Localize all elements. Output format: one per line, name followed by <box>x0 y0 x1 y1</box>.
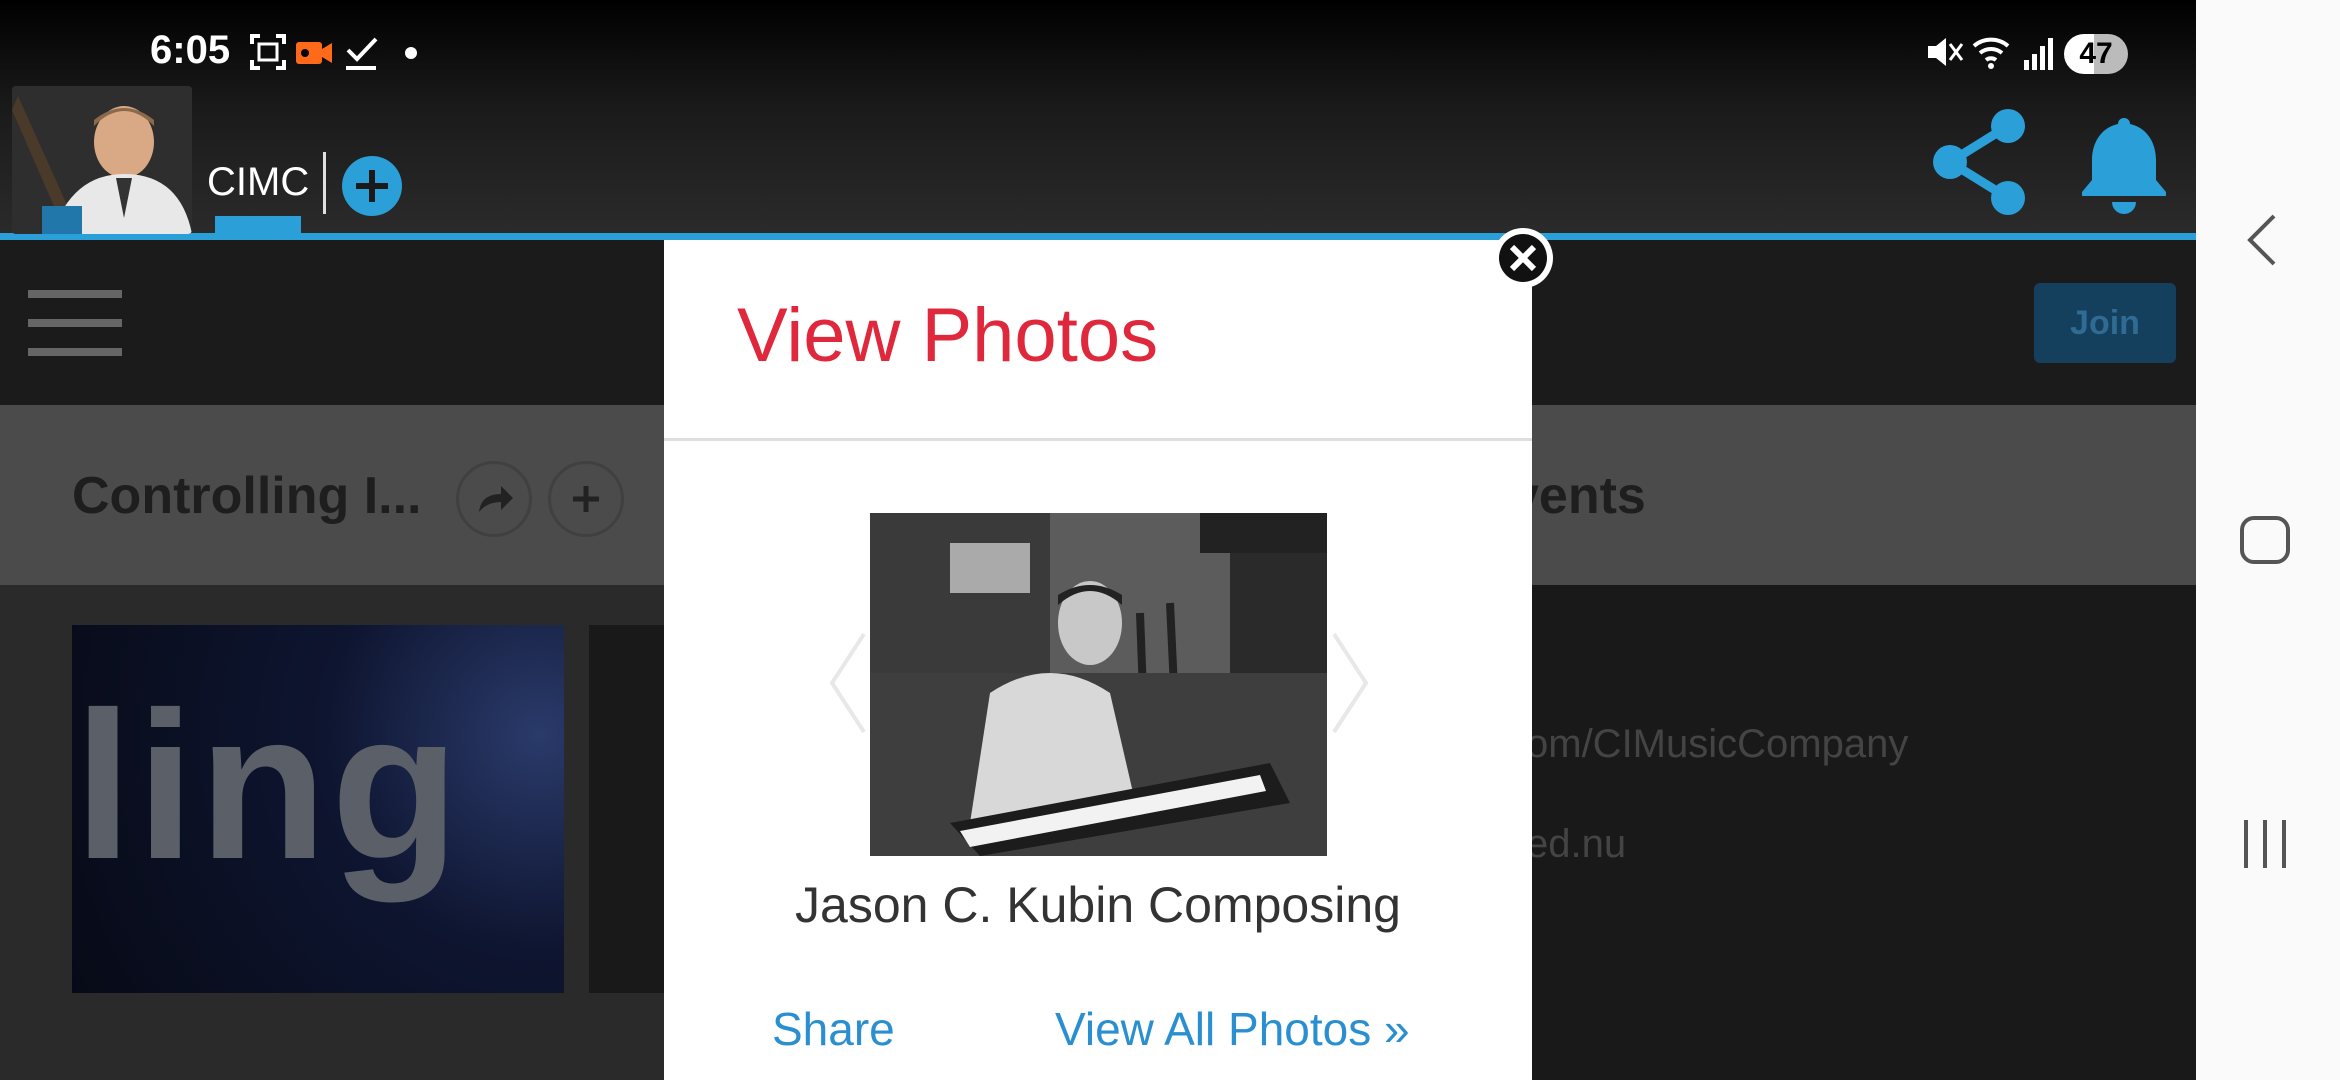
plus-icon <box>573 486 599 512</box>
plus-icon <box>356 170 388 202</box>
close-icon[interactable] <box>1491 226 1555 290</box>
info-link-website[interactable]: ed.nu <box>1526 822 1626 867</box>
app-screen: 6:05 47 CIMC Join Controlling I... vents… <box>0 0 2196 1080</box>
share-icon[interactable] <box>1928 108 2032 216</box>
gallery-thumbnail[interactable]: ling <box>72 625 564 993</box>
active-tab-indicator <box>215 216 301 234</box>
view-all-photos-link[interactable]: View All Photos » <box>1055 1002 1410 1056</box>
prev-photo-arrow-icon[interactable] <box>824 628 872 738</box>
checkmark-icon <box>346 37 378 70</box>
signal-icon <box>2024 38 2053 70</box>
battery-icon: 47 <box>2064 34 2128 74</box>
forward-icon <box>479 486 513 512</box>
photo-graphic <box>870 513 1327 856</box>
recent-apps-icon[interactable] <box>2240 816 2290 872</box>
dot-icon <box>405 47 417 59</box>
add-button[interactable] <box>342 156 402 216</box>
thumbnail-text: ling <box>74 668 464 903</box>
video-record-icon <box>296 42 332 64</box>
app-name[interactable]: CIMC <box>207 160 309 205</box>
page-title: Controlling I... <box>72 467 422 525</box>
wifi-icon <box>1972 37 2010 69</box>
battery-level: 47 <box>2079 37 2113 70</box>
info-link-facebook[interactable]: om/CIMusicCompany <box>1526 722 1908 767</box>
header-accent-line <box>0 233 2196 240</box>
header-divider <box>323 152 326 214</box>
photo-caption: Jason C. Kubin Composing <box>795 877 1401 933</box>
modal-title: View Photos <box>737 293 1159 378</box>
system-nav-bar <box>2196 0 2340 1080</box>
bell-icon[interactable] <box>2080 112 2168 216</box>
join-button[interactable]: Join <box>2034 283 2176 363</box>
share-link[interactable]: Share <box>772 1002 895 1056</box>
add-item-button[interactable] <box>548 461 624 537</box>
avatar[interactable] <box>12 86 192 234</box>
back-icon[interactable] <box>2242 210 2282 270</box>
status-time: 6:05 <box>150 28 231 72</box>
photo-image[interactable] <box>870 513 1327 856</box>
gallery-thumbnail[interactable] <box>589 625 669 993</box>
next-photo-arrow-icon[interactable] <box>1326 628 1374 738</box>
home-icon[interactable] <box>2238 514 2294 568</box>
avatar-image <box>12 86 192 234</box>
hamburger-icon[interactable] <box>28 290 122 356</box>
screenshot-icon <box>250 34 286 70</box>
mute-icon <box>1928 38 1964 66</box>
modal-divider <box>664 438 1532 441</box>
forward-share-button[interactable] <box>456 461 532 537</box>
